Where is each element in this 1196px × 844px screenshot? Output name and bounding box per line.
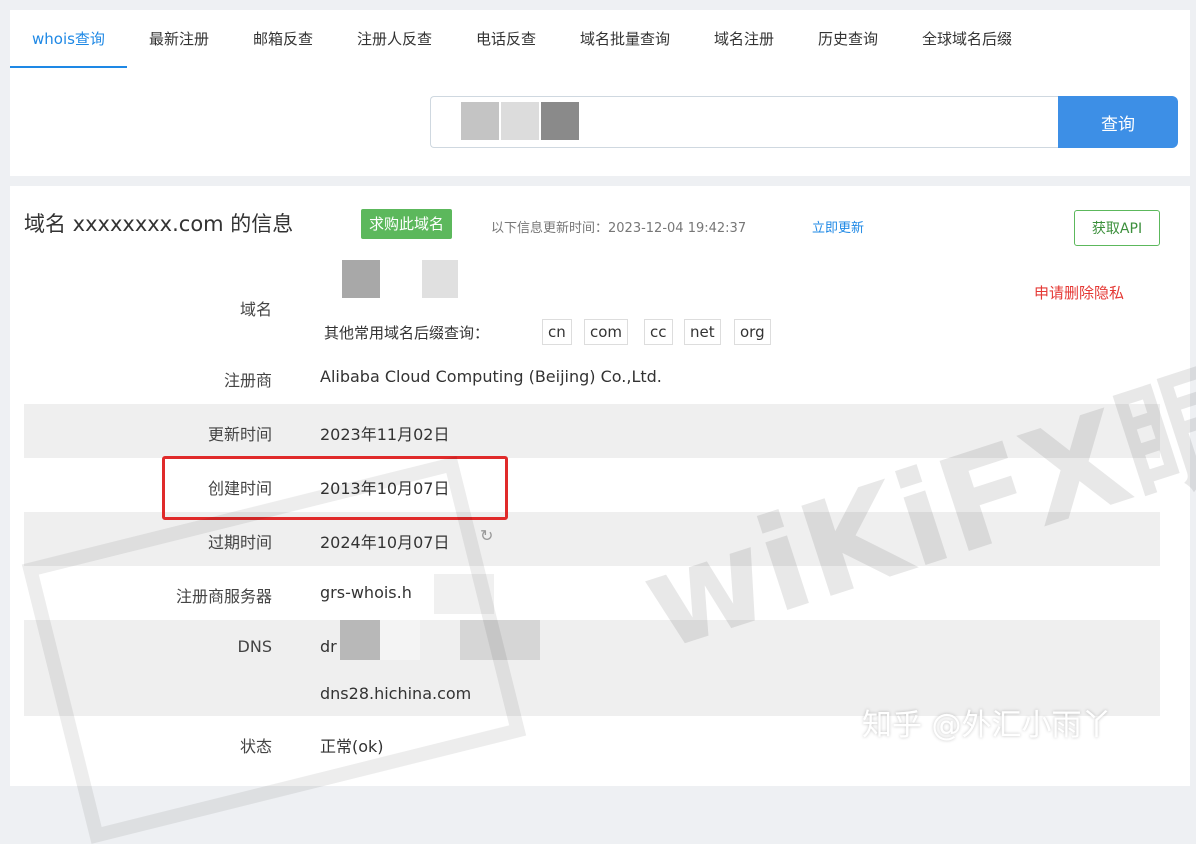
refresh-icon[interactable]: ↻ [480, 526, 493, 545]
zhihu-credit: 知乎 @外汇小雨丫 [862, 708, 1112, 743]
update-time: 2023-12-04 19:42:37 [608, 221, 747, 236]
tab-global-suffix[interactable]: 全球域名后缀 [900, 10, 1034, 68]
expires-label: 过期时间 [207, 533, 272, 552]
suffix-net-link[interactable]: net [684, 319, 721, 345]
info-header: 域名 xxxxxxxx.com 的信息 求购此域名 以下信息更新时间：2023-… [10, 186, 1190, 260]
suffix-cc-link[interactable]: cc [644, 319, 673, 345]
buy-domain-button[interactable]: 求购此域名 [361, 209, 453, 239]
update-prefix: 以下信息更新时间： [491, 221, 609, 236]
refresh-now-link[interactable]: 立即更新 [812, 217, 864, 236]
domain-label: 域名 [239, 300, 272, 319]
tab-whois[interactable]: whois查询 [10, 10, 127, 68]
update-time-text: 以下信息更新时间：2023-12-04 19:42:37 [491, 217, 746, 236]
dns-label: DNS [237, 637, 272, 656]
suffix-org-link[interactable]: org [734, 319, 771, 345]
registrar-label: 注册商 [223, 371, 272, 390]
status-value: 正常(ok) [320, 737, 384, 756]
created-date-highlight [162, 456, 508, 520]
tab-domain-register[interactable]: 域名注册 [692, 10, 796, 68]
search-button[interactable]: 查询 [1058, 96, 1178, 148]
tab-bar: whois查询 最新注册 邮箱反查 注册人反查 电话反查 域名批量查询 域名注册… [10, 10, 1190, 69]
status-label: 状态 [239, 737, 272, 756]
registrar-server-label: 注册商服务器 [175, 587, 272, 606]
tab-latest-registered[interactable]: 最新注册 [127, 10, 231, 68]
expires-row: 过期时间 2024年10月07日 [24, 512, 1160, 566]
search-input[interactable] [430, 96, 1059, 148]
registrar-server-value: grs-whois.h [320, 583, 412, 602]
suffix-com-link[interactable]: com [584, 319, 629, 345]
dns-value-1: dr [320, 637, 337, 656]
registrar-server-row: 注册商服务器 grs-whois.h [24, 566, 1160, 620]
redacted-block [460, 620, 540, 660]
registrar-row: 注册商 Alibaba Cloud Computing (Beijing) Co… [24, 350, 1160, 404]
tab-registrant-reverse[interactable]: 注册人反查 [335, 10, 454, 68]
redacted-block [461, 102, 499, 140]
whois-info-panel: 域名 xxxxxxxx.com 的信息 求购此域名 以下信息更新时间：2023-… [10, 186, 1196, 844]
redacted-block [340, 620, 380, 660]
suffix-cn-link[interactable]: cn [542, 319, 572, 345]
request-remove-privacy-link[interactable]: 申请删除隐私 [1034, 282, 1124, 303]
dns-value-2: dns28.hichina.com [320, 684, 472, 703]
updated-label: 更新时间 [207, 425, 272, 444]
redacted-block [380, 620, 420, 660]
redacted-block [501, 102, 539, 140]
tab-history[interactable]: 历史查询 [796, 10, 900, 68]
other-suffix-label: 其他常用域名后缀查询： [324, 324, 490, 342]
redacted-block [422, 260, 458, 298]
redacted-block [434, 574, 494, 614]
tab-batch-query[interactable]: 域名批量查询 [558, 10, 692, 68]
updated-value: 2023年11月02日 [320, 425, 450, 444]
tab-phone-reverse[interactable]: 电话反查 [454, 10, 558, 68]
expires-value: 2024年10月07日 [320, 533, 450, 552]
redacted-block [342, 260, 380, 298]
registrar-value: Alibaba Cloud Computing (Beijing) Co.,Lt… [320, 367, 662, 386]
redacted-block [541, 102, 579, 140]
get-api-button[interactable]: 获取API [1074, 210, 1160, 246]
info-title: 域名 xxxxxxxx.com 的信息 [24, 212, 294, 236]
tab-email-reverse[interactable]: 邮箱反查 [231, 10, 335, 68]
search-area: 查询 [10, 68, 1190, 176]
updated-row: 更新时间 2023年11月02日 [24, 404, 1160, 458]
